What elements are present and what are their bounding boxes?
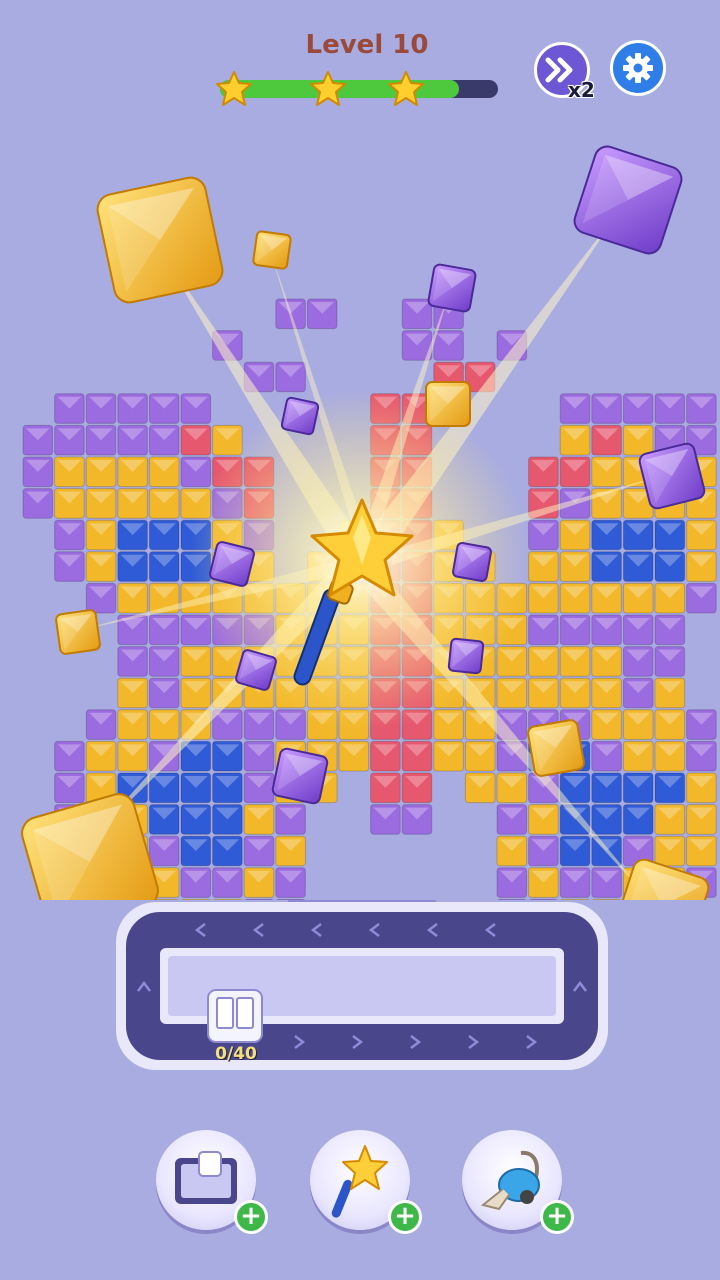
tray-gate	[207, 989, 263, 1043]
magic-wand-icon	[331, 1145, 388, 1218]
flying-purple-gem	[280, 396, 320, 436]
flying-purple-gem	[638, 442, 706, 510]
tray-icon	[175, 1151, 237, 1204]
flying-yellow-gem	[55, 609, 101, 655]
vacuum-booster-button[interactable]: +	[462, 1130, 574, 1234]
add-wand-booster-icon[interactable]: +	[388, 1200, 422, 1234]
flying-purple-gem	[452, 542, 492, 582]
wand-booster-button[interactable]: +	[310, 1130, 422, 1234]
flying-purple-gem	[427, 263, 477, 313]
flying-yellow-gem	[96, 176, 224, 304]
flying-purple-gem	[271, 747, 329, 805]
flying-yellow-gem	[527, 719, 585, 777]
tray-booster-button[interactable]: +	[156, 1130, 268, 1234]
tray-counter: 0/40	[215, 1044, 257, 1064]
vacuum-icon	[480, 1150, 540, 1211]
flying-yellow-gem	[252, 230, 292, 270]
flying-purple-gem	[447, 637, 485, 675]
flying-purple-gem	[209, 541, 255, 587]
add-tray-booster-icon[interactable]: +	[234, 1200, 268, 1234]
collection-tray	[116, 900, 608, 1070]
puzzle-board[interactable]	[0, 0, 720, 900]
flying-yellow-gem	[425, 381, 471, 427]
add-vacuum-booster-icon[interactable]: +	[540, 1200, 574, 1234]
flying-purple-gem	[573, 145, 683, 255]
